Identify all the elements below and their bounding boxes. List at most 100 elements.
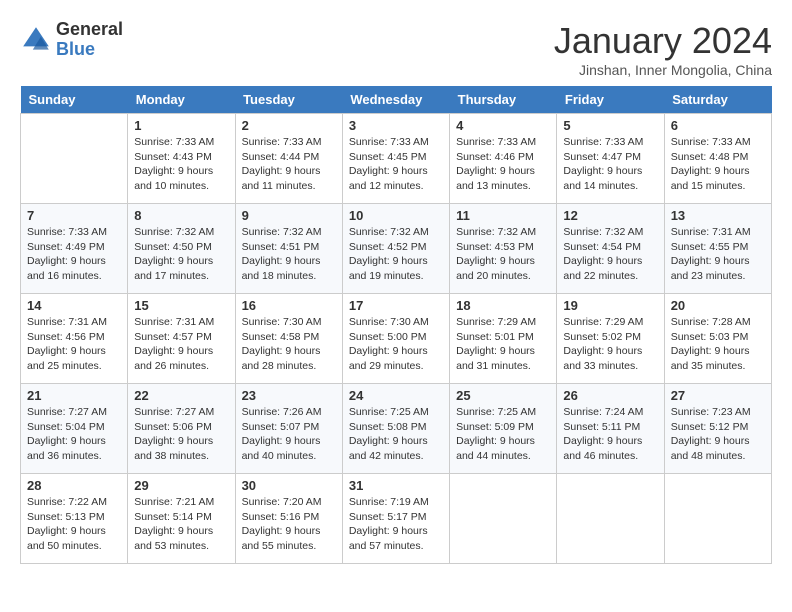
calendar-day: 24 Sunrise: 7:25 AM Sunset: 5:08 PM Dayl… [342,384,449,474]
calendar-day [450,474,557,564]
day-info: Sunrise: 7:22 AM Sunset: 5:13 PM Dayligh… [27,495,121,554]
day-info: Sunrise: 7:20 AM Sunset: 5:16 PM Dayligh… [242,495,336,554]
day-number: 30 [242,478,336,493]
calendar-day: 21 Sunrise: 7:27 AM Sunset: 5:04 PM Dayl… [21,384,128,474]
calendar-day: 11 Sunrise: 7:32 AM Sunset: 4:53 PM Dayl… [450,204,557,294]
calendar-day: 20 Sunrise: 7:28 AM Sunset: 5:03 PM Dayl… [664,294,771,384]
calendar-week-3: 14 Sunrise: 7:31 AM Sunset: 4:56 PM Dayl… [21,294,772,384]
day-number: 10 [349,208,443,223]
calendar-day: 4 Sunrise: 7:33 AM Sunset: 4:46 PM Dayli… [450,114,557,204]
calendar-day: 6 Sunrise: 7:33 AM Sunset: 4:48 PM Dayli… [664,114,771,204]
day-number: 7 [27,208,121,223]
logo-text: General Blue [56,20,123,60]
day-info: Sunrise: 7:23 AM Sunset: 5:12 PM Dayligh… [671,405,765,464]
day-number: 15 [134,298,228,313]
day-info: Sunrise: 7:31 AM Sunset: 4:57 PM Dayligh… [134,315,228,374]
col-thursday: Thursday [450,86,557,114]
logo-blue-text: Blue [56,40,123,60]
day-info: Sunrise: 7:26 AM Sunset: 5:07 PM Dayligh… [242,405,336,464]
day-info: Sunrise: 7:28 AM Sunset: 5:03 PM Dayligh… [671,315,765,374]
day-number: 5 [563,118,657,133]
day-info: Sunrise: 7:33 AM Sunset: 4:44 PM Dayligh… [242,135,336,194]
calendar-week-5: 28 Sunrise: 7:22 AM Sunset: 5:13 PM Dayl… [21,474,772,564]
day-info: Sunrise: 7:31 AM Sunset: 4:55 PM Dayligh… [671,225,765,284]
logo-general-text: General [56,20,123,40]
calendar-day: 29 Sunrise: 7:21 AM Sunset: 5:14 PM Dayl… [128,474,235,564]
day-info: Sunrise: 7:25 AM Sunset: 5:08 PM Dayligh… [349,405,443,464]
day-info: Sunrise: 7:33 AM Sunset: 4:46 PM Dayligh… [456,135,550,194]
calendar-day [21,114,128,204]
calendar-day: 14 Sunrise: 7:31 AM Sunset: 4:56 PM Dayl… [21,294,128,384]
day-number: 26 [563,388,657,403]
day-info: Sunrise: 7:21 AM Sunset: 5:14 PM Dayligh… [134,495,228,554]
day-number: 14 [27,298,121,313]
day-info: Sunrise: 7:27 AM Sunset: 5:06 PM Dayligh… [134,405,228,464]
calendar-day [664,474,771,564]
calendar-day: 10 Sunrise: 7:32 AM Sunset: 4:52 PM Dayl… [342,204,449,294]
calendar-body: 1 Sunrise: 7:33 AM Sunset: 4:43 PM Dayli… [21,114,772,564]
day-info: Sunrise: 7:19 AM Sunset: 5:17 PM Dayligh… [349,495,443,554]
day-number: 25 [456,388,550,403]
calendar-day: 23 Sunrise: 7:26 AM Sunset: 5:07 PM Dayl… [235,384,342,474]
calendar-day: 13 Sunrise: 7:31 AM Sunset: 4:55 PM Dayl… [664,204,771,294]
calendar-day: 19 Sunrise: 7:29 AM Sunset: 5:02 PM Dayl… [557,294,664,384]
day-number: 4 [456,118,550,133]
calendar-week-2: 7 Sunrise: 7:33 AM Sunset: 4:49 PM Dayli… [21,204,772,294]
calendar-day: 9 Sunrise: 7:32 AM Sunset: 4:51 PM Dayli… [235,204,342,294]
day-info: Sunrise: 7:32 AM Sunset: 4:53 PM Dayligh… [456,225,550,284]
day-number: 22 [134,388,228,403]
col-wednesday: Wednesday [342,86,449,114]
day-info: Sunrise: 7:29 AM Sunset: 5:02 PM Dayligh… [563,315,657,374]
day-info: Sunrise: 7:32 AM Sunset: 4:50 PM Dayligh… [134,225,228,284]
col-tuesday: Tuesday [235,86,342,114]
day-number: 31 [349,478,443,493]
location-subtitle: Jinshan, Inner Mongolia, China [554,62,772,78]
calendar-header: Sunday Monday Tuesday Wednesday Thursday… [21,86,772,114]
calendar-table: Sunday Monday Tuesday Wednesday Thursday… [20,86,772,564]
day-info: Sunrise: 7:25 AM Sunset: 5:09 PM Dayligh… [456,405,550,464]
calendar-day: 15 Sunrise: 7:31 AM Sunset: 4:57 PM Dayl… [128,294,235,384]
day-info: Sunrise: 7:32 AM Sunset: 4:52 PM Dayligh… [349,225,443,284]
day-number: 18 [456,298,550,313]
day-number: 28 [27,478,121,493]
day-info: Sunrise: 7:24 AM Sunset: 5:11 PM Dayligh… [563,405,657,464]
day-info: Sunrise: 7:30 AM Sunset: 4:58 PM Dayligh… [242,315,336,374]
day-number: 20 [671,298,765,313]
title-block: January 2024 Jinshan, Inner Mongolia, Ch… [554,20,772,78]
day-number: 23 [242,388,336,403]
col-friday: Friday [557,86,664,114]
day-number: 9 [242,208,336,223]
day-info: Sunrise: 7:33 AM Sunset: 4:45 PM Dayligh… [349,135,443,194]
col-monday: Monday [128,86,235,114]
day-number: 3 [349,118,443,133]
calendar-day: 31 Sunrise: 7:19 AM Sunset: 5:17 PM Dayl… [342,474,449,564]
day-number: 27 [671,388,765,403]
day-number: 8 [134,208,228,223]
calendar-day [557,474,664,564]
day-number: 16 [242,298,336,313]
calendar-day: 1 Sunrise: 7:33 AM Sunset: 4:43 PM Dayli… [128,114,235,204]
day-info: Sunrise: 7:30 AM Sunset: 5:00 PM Dayligh… [349,315,443,374]
day-info: Sunrise: 7:33 AM Sunset: 4:48 PM Dayligh… [671,135,765,194]
logo: General Blue [20,20,123,60]
day-info: Sunrise: 7:29 AM Sunset: 5:01 PM Dayligh… [456,315,550,374]
day-number: 19 [563,298,657,313]
calendar-day: 17 Sunrise: 7:30 AM Sunset: 5:00 PM Dayl… [342,294,449,384]
calendar-day: 25 Sunrise: 7:25 AM Sunset: 5:09 PM Dayl… [450,384,557,474]
calendar-day: 5 Sunrise: 7:33 AM Sunset: 4:47 PM Dayli… [557,114,664,204]
calendar-day: 3 Sunrise: 7:33 AM Sunset: 4:45 PM Dayli… [342,114,449,204]
day-info: Sunrise: 7:33 AM Sunset: 4:43 PM Dayligh… [134,135,228,194]
calendar-day: 7 Sunrise: 7:33 AM Sunset: 4:49 PM Dayli… [21,204,128,294]
calendar-day: 2 Sunrise: 7:33 AM Sunset: 4:44 PM Dayli… [235,114,342,204]
month-title: January 2024 [554,20,772,62]
calendar-day: 30 Sunrise: 7:20 AM Sunset: 5:16 PM Dayl… [235,474,342,564]
day-number: 6 [671,118,765,133]
calendar-week-1: 1 Sunrise: 7:33 AM Sunset: 4:43 PM Dayli… [21,114,772,204]
calendar-day: 26 Sunrise: 7:24 AM Sunset: 5:11 PM Dayl… [557,384,664,474]
day-number: 2 [242,118,336,133]
day-number: 29 [134,478,228,493]
calendar-day: 16 Sunrise: 7:30 AM Sunset: 4:58 PM Dayl… [235,294,342,384]
calendar-day: 27 Sunrise: 7:23 AM Sunset: 5:12 PM Dayl… [664,384,771,474]
logo-icon [20,24,52,56]
calendar-day: 22 Sunrise: 7:27 AM Sunset: 5:06 PM Dayl… [128,384,235,474]
